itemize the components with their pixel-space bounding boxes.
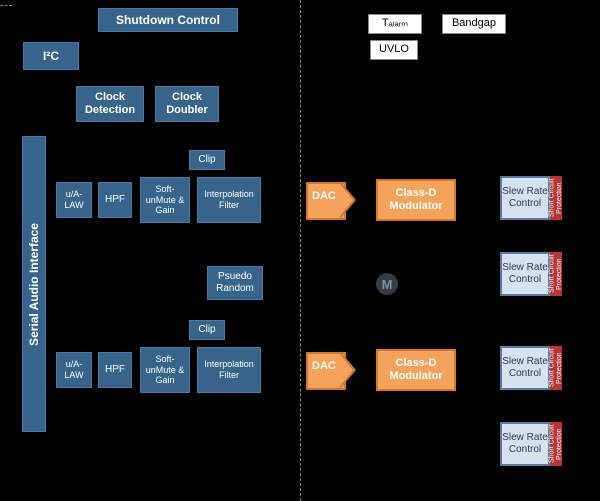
classd-block-2: Class-D Modulator	[376, 349, 456, 391]
clock-detection-block: Clock Detection	[76, 86, 144, 122]
dac-arrow-1	[340, 184, 353, 216]
dac-arrow-2	[340, 354, 353, 386]
soft-unmute-block-2: Soft-unMute & Gain	[140, 347, 190, 393]
short-circuit-strip-3: Short Circuit Protection	[550, 346, 562, 390]
classd-block-1: Class-D Modulator	[376, 179, 456, 221]
uvlo-block: UVLO	[370, 40, 418, 60]
short-circuit-strip-1: Short Circuit Protection	[550, 176, 562, 220]
slew-rate-block-1: Slew Rate Control	[500, 176, 550, 220]
serial-audio-interface-block: Serial Audio Interface	[22, 136, 46, 432]
slew-rate-block-2: Slew Rate Control	[500, 252, 550, 296]
clip-block-2: Clip	[189, 320, 225, 340]
slew-rate-block-4: Slew Rate Control	[500, 422, 550, 466]
clock-doubler-block: Clock Doubler	[155, 86, 219, 122]
i2c-block: I²C	[23, 42, 79, 70]
bandgap-block: Bandgap	[442, 14, 506, 34]
center-divider	[300, 0, 301, 501]
short-circuit-strip-2: Short Circuit Protection	[550, 252, 562, 296]
dac-label-1: DAC	[312, 190, 336, 202]
interp-filter-block-2: Interpolation Filter	[197, 347, 261, 393]
t-alarm-block: Tₐₗₐᵣₘ	[368, 14, 422, 34]
hpf-block-2: HPF	[98, 352, 132, 388]
dac-label-2: DAC	[312, 360, 336, 372]
slew-rate-block-3: Slew Rate Control	[500, 346, 550, 390]
ua-law-block-2: u/A-LAW	[56, 352, 92, 388]
pseudo-random-block: Psuedo Random	[207, 266, 263, 300]
short-circuit-strip-4: Short Circuit Protection	[550, 422, 562, 466]
soft-unmute-block-1: Soft-unMute & Gain	[140, 177, 190, 223]
hpf-block-1: HPF	[98, 182, 132, 218]
sai-label: Serial Audio Interface	[27, 223, 41, 346]
clip-block-1: Clip	[189, 150, 225, 170]
ua-law-block-1: u/A-LAW	[56, 182, 92, 218]
watermark-icon: M	[376, 273, 398, 295]
interp-filter-block-1: Interpolation Filter	[197, 177, 261, 223]
left-dash-1	[0, 5, 12, 6]
shutdown-control-block: Shutdown Control	[98, 8, 238, 32]
